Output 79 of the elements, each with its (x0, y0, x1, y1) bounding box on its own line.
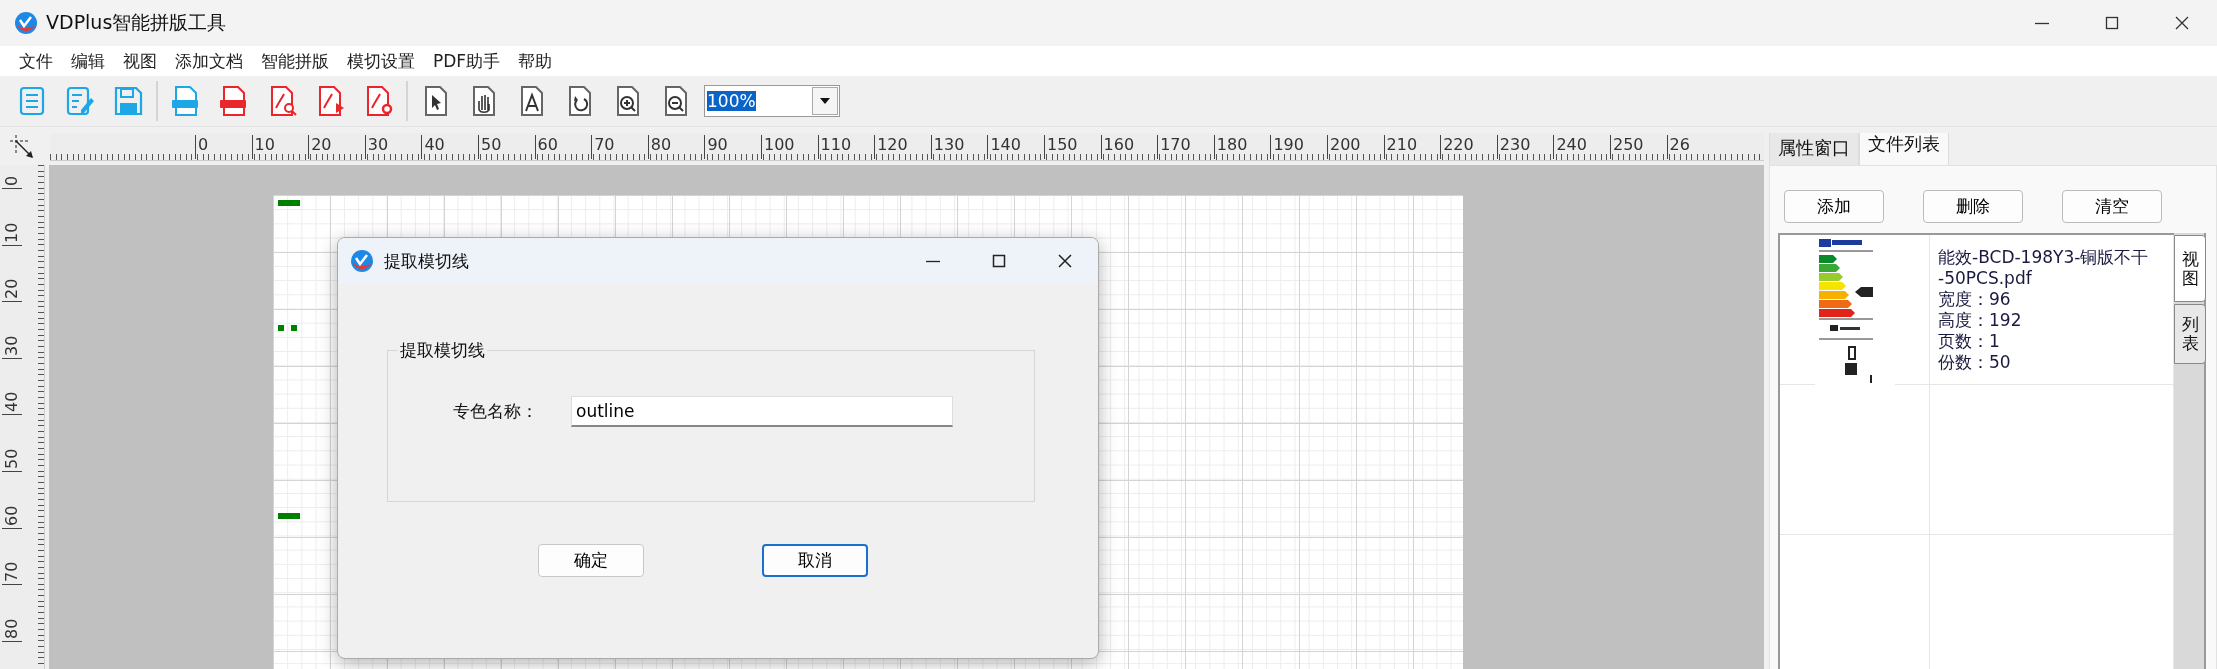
ruler-label: 150 (1044, 135, 1078, 159)
minimize-icon (2035, 21, 2049, 25)
crop-mark (291, 325, 297, 331)
ruler-label: 160 (1100, 135, 1135, 159)
ruler-label: 30 (364, 135, 389, 159)
dialog-title: 提取模切线 (384, 249, 469, 273)
field-value: 96 (1989, 289, 2011, 310)
field-value: 50 (1989, 352, 2011, 373)
ruler-label: 130 (930, 135, 965, 159)
menu-item[interactable]: 文件 (12, 47, 60, 75)
menu-item[interactable]: 视图 (116, 47, 164, 75)
field-value: 192 (1989, 310, 2022, 331)
file-name: -50PCS.pdf (1938, 268, 2033, 289)
app-logo-icon (14, 11, 38, 35)
side-tab[interactable]: 视图 (2174, 235, 2206, 303)
crop-mark (278, 200, 300, 206)
ruler-label: 26 (1666, 135, 1690, 159)
ruler-label: 80 (647, 135, 672, 159)
dropdown-arrow-icon (819, 97, 831, 105)
ruler-label: 50 (478, 135, 502, 159)
panel-button[interactable]: 清空 (2062, 190, 2162, 223)
window-title: VDPlus智能拼版工具 (46, 10, 227, 35)
group-title: 提取模切线 (398, 339, 487, 362)
field-label: 专色名称： (453, 399, 539, 423)
menu-item[interactable]: 编辑 (64, 47, 112, 75)
panel-tab[interactable]: 属性窗口 (1769, 133, 1859, 165)
panel-button[interactable]: 添加 (1784, 190, 1884, 223)
ruler-label: 20 (2, 278, 22, 303)
file-name: 能效-BCD-198Y3-铜版不干 (1938, 247, 2150, 268)
field-value: 1 (1989, 331, 2000, 352)
ruler-label: 50 (2, 448, 22, 472)
ruler-label: 170 (1157, 135, 1191, 159)
ruler-label: 60 (534, 135, 558, 159)
field-label: 高度： (1938, 310, 1989, 331)
dialog-button[interactable]: 确定 (538, 544, 644, 577)
ruler-label: 70 (2, 561, 22, 586)
dialog-button[interactable]: 取消 (762, 544, 868, 577)
ruler-label: 10 (251, 135, 275, 159)
menu-item[interactable]: PDF助手 (426, 47, 508, 75)
ruler-label: 190 (1270, 135, 1304, 159)
ruler-label: 40 (2, 392, 22, 416)
ruler-label: 120 (874, 135, 908, 159)
ruler-label: 250 (1610, 135, 1644, 159)
field-label: 份数： (1938, 352, 1989, 373)
panel-tab[interactable]: 文件列表 (1859, 133, 1949, 165)
ruler-label: 220 (1440, 135, 1474, 159)
spot-color-name-field[interactable]: outline (571, 395, 953, 427)
ruler-label: 140 (987, 135, 1021, 159)
ruler-label: 60 (2, 505, 22, 529)
crop-mark (278, 513, 300, 519)
ruler-label: 30 (2, 335, 22, 359)
ruler-label: 230 (1496, 135, 1531, 159)
menu-item[interactable]: 添加文档 (168, 47, 250, 75)
ruler-origin-icon[interactable] (8, 133, 36, 161)
field-label: 宽度： (1938, 289, 1989, 310)
ruler-label: 40 (421, 135, 445, 159)
ruler-label: 100 (761, 135, 795, 159)
ruler-label: 110 (817, 135, 852, 159)
ruler-label: 70 (591, 135, 615, 159)
ruler-label: 200 (1327, 135, 1361, 159)
ruler-label: 0 (195, 135, 209, 159)
ruler-label: 210 (1383, 135, 1418, 159)
zoom-dropdown[interactable]: 100% (704, 85, 840, 117)
ruler-label: 0 (2, 175, 22, 189)
menu-item[interactable]: 模切设置 (340, 47, 422, 75)
minimize-icon (926, 259, 940, 263)
crop-mark (278, 325, 284, 331)
ruler-label: 20 (308, 135, 332, 159)
side-tab[interactable]: 列表 (2174, 304, 2206, 364)
menu-item[interactable]: 帮助 (511, 47, 560, 75)
ruler-label: 90 (704, 135, 728, 159)
field-label: 页数： (1938, 331, 1989, 352)
menu-item[interactable]: 智能拼版 (254, 47, 336, 75)
ruler-label: 80 (2, 618, 22, 642)
panel-button[interactable]: 删除 (1923, 190, 2023, 223)
app-logo-icon (350, 249, 374, 273)
ruler-label: 10 (2, 222, 22, 246)
ruler-label: 240 (1553, 135, 1587, 159)
ruler-label: 180 (1213, 135, 1248, 159)
